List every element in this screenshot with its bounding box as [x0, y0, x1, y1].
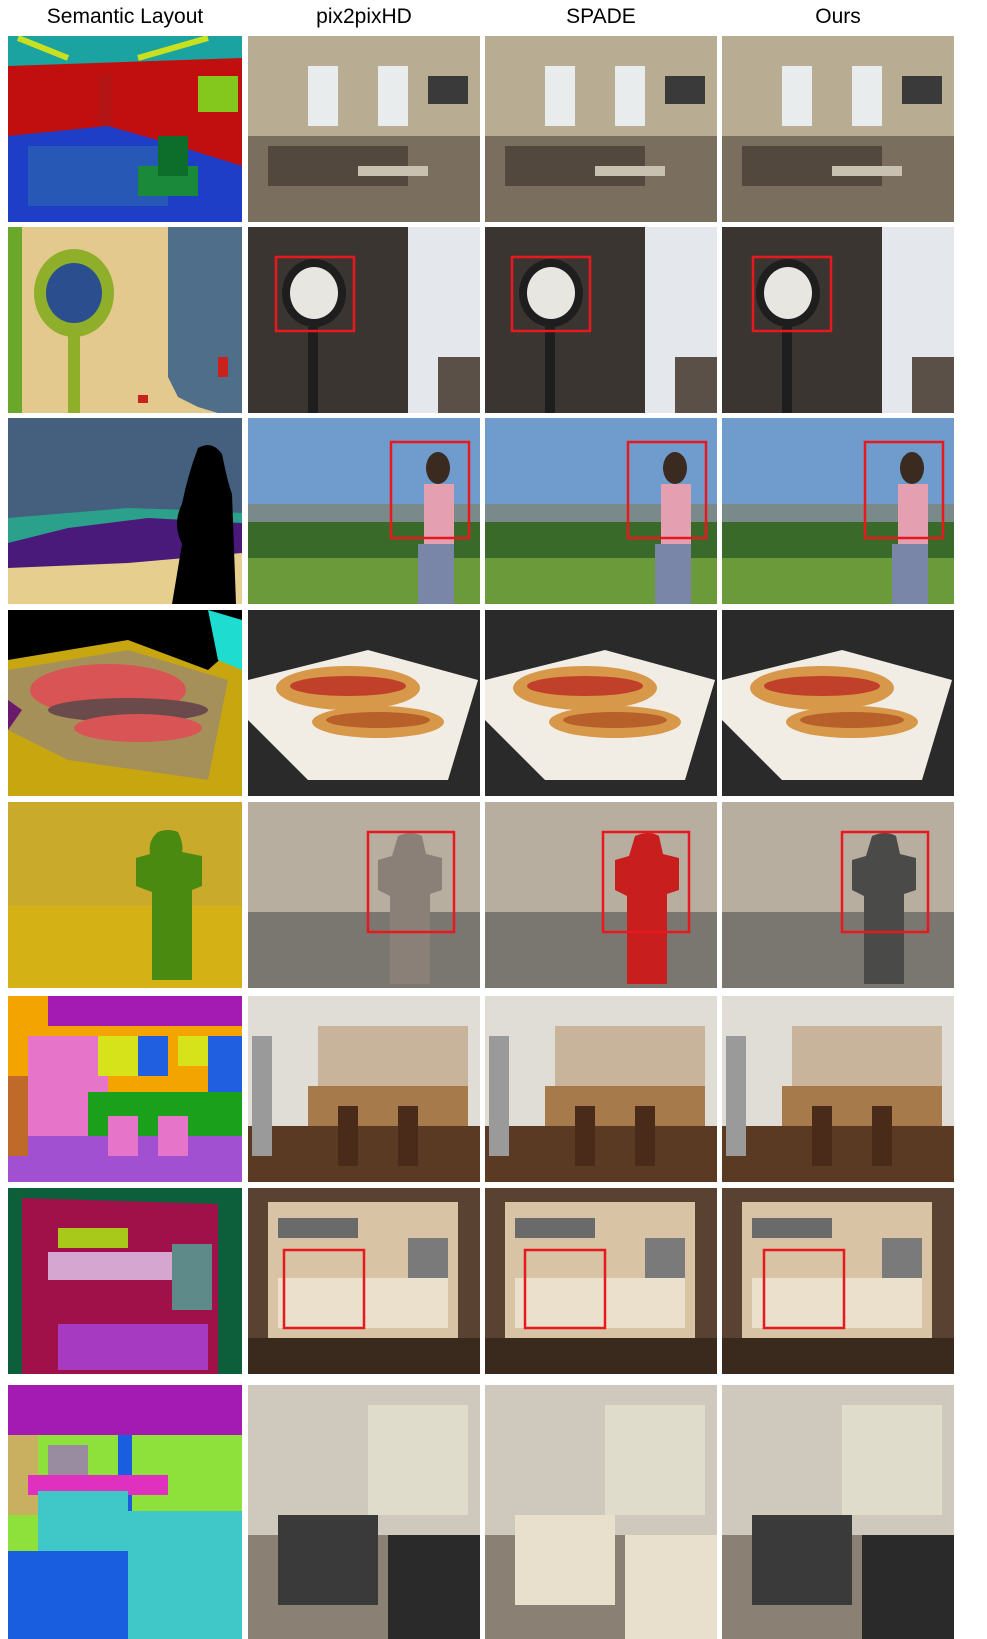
ours-result-image-row-4: [722, 610, 954, 796]
pix2pixhd-result-image-row-6: [248, 996, 480, 1182]
pix2pixhd-result-image-row-1: [248, 36, 480, 222]
header-spade: SPADE: [566, 5, 636, 28]
pix2pixhd-result-image-row-8: [248, 1385, 480, 1639]
semantic-layout-image-row-2: [8, 227, 242, 413]
pix2pixhd-result-image-row-5: [248, 802, 480, 988]
semantic-layout-image-row-7: [8, 1188, 242, 1374]
ours-result-image-row-8: [722, 1385, 954, 1639]
pix2pixhd-result-image-row-2: [248, 227, 480, 413]
pix2pixhd-result-image-row-3: [248, 418, 480, 604]
ours-result-image-row-2: [722, 227, 954, 413]
semantic-layout-image-row-6: [8, 996, 242, 1182]
semantic-layout-image-row-1: [8, 36, 242, 222]
pix2pixhd-result-image-row-4: [248, 610, 480, 796]
spade-result-image-row-6: [485, 996, 717, 1182]
semantic-layout-image-row-5: [8, 802, 242, 988]
header-ours: Ours: [815, 5, 861, 28]
spade-result-image-row-4: [485, 610, 717, 796]
spade-result-image-row-1: [485, 36, 717, 222]
spade-result-image-row-7: [485, 1188, 717, 1374]
spade-result-image-row-5: [485, 802, 717, 988]
semantic-layout-image-row-3: [8, 418, 242, 604]
semantic-layout-image-row-4: [8, 610, 242, 796]
ours-result-image-row-7: [722, 1188, 954, 1374]
header-pix2pixhd: pix2pixHD: [316, 5, 412, 28]
spade-result-image-row-3: [485, 418, 717, 604]
semantic-layout-image-row-8: [8, 1385, 242, 1639]
spade-result-image-row-8: [485, 1385, 717, 1639]
spade-result-image-row-2: [485, 227, 717, 413]
pix2pixhd-result-image-row-7: [248, 1188, 480, 1374]
header-semantic-layout: Semantic Layout: [46, 5, 204, 28]
ours-result-image-row-5: [722, 802, 954, 988]
ours-result-image-row-1: [722, 36, 954, 222]
ours-result-image-row-6: [722, 996, 954, 1182]
ours-result-image-row-3: [722, 418, 954, 604]
